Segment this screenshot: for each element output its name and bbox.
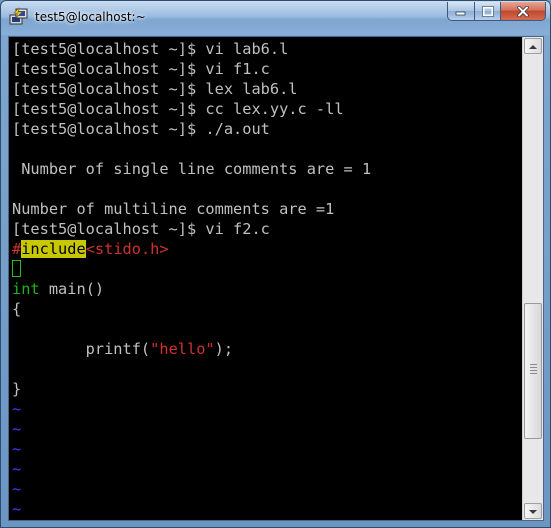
terminal-line: Number of multiline comments are =1 xyxy=(12,200,335,218)
vi-close-brace: } xyxy=(12,380,22,398)
preproc-hash: # xyxy=(12,240,22,258)
vi-empty-line-marker: ~ xyxy=(12,460,22,478)
grip-line xyxy=(530,373,537,374)
printf-call: printf( xyxy=(12,340,151,358)
grip-line xyxy=(530,364,537,365)
keyword-int: int xyxy=(12,280,40,298)
putty-icon[interactable] xyxy=(9,7,29,27)
vi-open-brace: { xyxy=(12,300,22,318)
vi-empty-line-marker: ~ xyxy=(12,480,22,498)
minimize-icon xyxy=(455,11,466,16)
scroll-up-button[interactable] xyxy=(524,38,542,54)
terminal-line: [test5@localhost ~]$ cc lex.yy.c -ll xyxy=(12,100,344,118)
minimize-button[interactable] xyxy=(447,2,474,21)
main-signature: main() xyxy=(39,280,105,298)
vi-empty-line-marker: ~ xyxy=(12,440,22,458)
terminal-line: [test5@localhost ~]$ lex lab6.l xyxy=(12,80,298,98)
vi-include-line: #include<stido.h> xyxy=(12,239,169,259)
vi-empty-line-marker: ~ xyxy=(12,400,22,418)
chevron-up-icon xyxy=(529,45,537,49)
maximize-icon xyxy=(481,5,494,17)
vertical-scrollbar[interactable] xyxy=(522,37,543,520)
vi-printf-line: printf("hello"); xyxy=(12,339,233,359)
caption-buttons xyxy=(447,2,546,22)
chevron-down-icon xyxy=(529,510,537,514)
putty-window: test5@localhost:~ [test5@localhost ~]$ v… xyxy=(0,0,551,528)
terminal-frame: [test5@localhost ~]$ vi lab6.l [test5@lo… xyxy=(8,36,544,521)
terminal-line: [test5@localhost ~]$ ./a.out xyxy=(12,120,270,138)
terminal-line: [test5@localhost ~]$ vi lab6.l xyxy=(12,40,289,58)
scrollbar-thumb[interactable] xyxy=(524,303,542,439)
include-header: <stido.h> xyxy=(85,240,169,258)
terminal-line: Number of single line comments are = 1 xyxy=(12,160,372,178)
terminal-line: [test5@localhost ~]$ vi f2.c xyxy=(12,220,270,238)
preproc-include: include xyxy=(21,240,86,258)
printf-end: ); xyxy=(214,340,234,358)
text-cursor xyxy=(12,260,21,277)
title-bar[interactable]: test5@localhost:~ xyxy=(1,1,550,35)
string-literal: "hello" xyxy=(150,340,215,358)
maximize-button[interactable] xyxy=(474,2,501,21)
close-button[interactable] xyxy=(501,2,546,21)
vi-empty-line-marker: ~ xyxy=(12,420,22,438)
terminal-line: [test5@localhost ~]$ vi f1.c xyxy=(12,60,270,78)
close-icon xyxy=(517,5,529,17)
grip-line xyxy=(530,370,537,371)
scroll-down-button[interactable] xyxy=(524,503,542,519)
vi-cursor-line xyxy=(12,259,21,279)
grip-line xyxy=(530,367,537,368)
window-title: test5@localhost:~ xyxy=(35,10,146,24)
vi-main-line: int main() xyxy=(12,279,104,299)
terminal-output[interactable]: [test5@localhost ~]$ vi lab6.l [test5@lo… xyxy=(9,37,522,520)
vi-empty-line-marker: ~ xyxy=(12,500,22,518)
